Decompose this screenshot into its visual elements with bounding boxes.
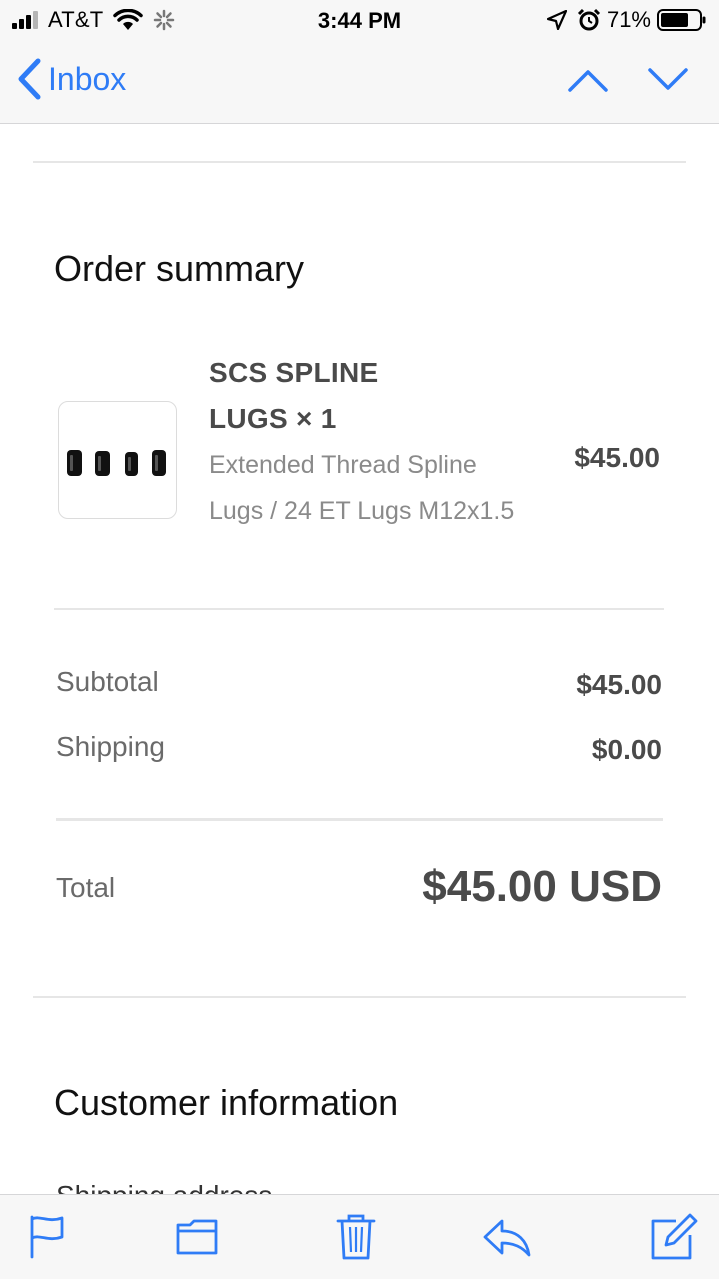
shipping-label: Shipping (56, 731, 165, 762)
customer-information-title: Customer information (54, 1082, 399, 1123)
previous-message-up-icon[interactable] (567, 64, 609, 96)
next-message-down-icon[interactable] (647, 64, 689, 96)
order-summary-title: Order summary (54, 248, 305, 289)
product-thumbnail[interactable] (58, 401, 177, 519)
product-price: $45.00 (574, 442, 660, 473)
reply-icon[interactable] (482, 1213, 532, 1261)
section-divider (33, 996, 686, 998)
top-divider (33, 161, 686, 163)
status-bar: AT&T 3:44 PM 71% (0, 0, 719, 40)
shipping-value: $0.00 (591, 734, 662, 765)
nav-bar: Inbox (0, 40, 719, 124)
status-right: 71% (546, 7, 707, 32)
product-name: SCS SPLINE LUGS × 1 (209, 357, 379, 434)
lug-nuts-image (67, 450, 166, 476)
location-arrow-icon (546, 10, 567, 30)
compose-icon[interactable] (650, 1213, 698, 1261)
shipping-address-label: Shipping address (56, 1180, 272, 1194)
message-nav-arrows (567, 64, 689, 96)
total-value: $45.00 USD (422, 862, 662, 911)
total-label: Total (56, 872, 116, 903)
email-body[interactable]: Order summary SCS SPLINE LUGS × 1 Extend… (0, 124, 719, 1194)
bottom-toolbar (0, 1194, 719, 1279)
totals-divider (56, 818, 663, 821)
battery-percent: 71% (606, 7, 651, 32)
items-divider (54, 608, 664, 610)
trash-icon[interactable] (334, 1213, 378, 1261)
alarm-icon (577, 8, 601, 31)
chevron-left-icon (18, 58, 41, 100)
product-variant: Extended Thread Spline Lugs / 24 ET Lugs… (209, 451, 515, 525)
back-label: Inbox (48, 60, 127, 97)
subtotal-value: $45.00 (576, 669, 662, 700)
subtotal-label: Subtotal (56, 666, 159, 697)
flag-icon[interactable] (26, 1213, 70, 1261)
battery-icon (657, 9, 706, 31)
back-to-inbox-button[interactable]: Inbox (16, 58, 126, 100)
folder-icon[interactable] (176, 1213, 220, 1261)
